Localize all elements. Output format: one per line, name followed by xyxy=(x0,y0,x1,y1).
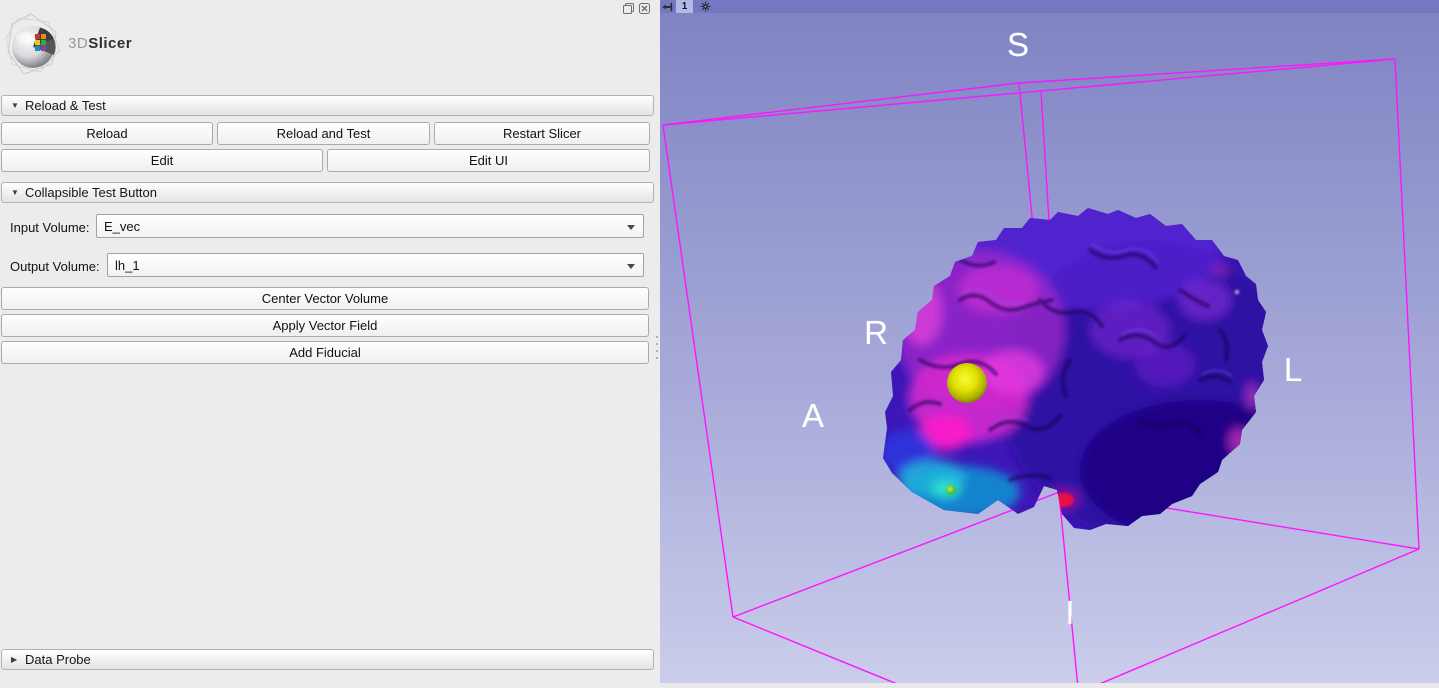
reload-button[interactable]: Reload xyxy=(1,122,213,145)
chevron-right-icon: ▶ xyxy=(11,655,25,664)
slicer-logo-icon xyxy=(4,12,66,78)
module-panel: 3DSlicer ▼ Reload & Test Reload Reload a… xyxy=(0,0,655,688)
app-title-prefix: 3D xyxy=(68,35,88,52)
combo-arrow-icon xyxy=(627,264,635,269)
reload-and-test-button[interactable]: Reload and Test xyxy=(217,122,430,145)
add-fiducial-button[interactable]: Add Fiducial xyxy=(1,341,649,364)
output-volume-combobox[interactable]: lh_1 xyxy=(107,253,644,277)
section-collapsible-test-button[interactable]: ▼ Collapsible Test Button xyxy=(1,182,654,203)
3d-scene[interactable] xyxy=(660,0,1439,688)
slicer-window: 3DSlicer ▼ Reload & Test Reload Reload a… xyxy=(0,0,1439,688)
edit-button[interactable]: Edit xyxy=(1,149,323,172)
chevron-down-icon: ▼ xyxy=(11,188,25,197)
section-reload-and-test[interactable]: ▼ Reload & Test xyxy=(1,95,654,116)
output-volume-label: Output Volume: xyxy=(10,259,100,274)
app-title-name: Slicer xyxy=(88,35,132,52)
input-volume-label: Input Volume: xyxy=(10,220,90,235)
orientation-label-left: L xyxy=(1284,351,1302,389)
app-title: 3DSlicer xyxy=(68,35,132,52)
app-logo: 3DSlicer xyxy=(4,10,304,80)
output-volume-value: lh_1 xyxy=(115,258,140,273)
pin-icon[interactable] xyxy=(660,0,673,13)
orientation-label-anterior: A xyxy=(802,397,824,435)
section-data-probe[interactable]: ▶ Data Probe xyxy=(1,649,654,670)
window-bottom-edge xyxy=(660,683,1439,688)
chevron-down-icon: ▼ xyxy=(11,101,25,110)
fiducial-marker[interactable] xyxy=(947,363,987,403)
restart-slicer-button[interactable]: Restart Slicer xyxy=(434,122,650,145)
center-vector-volume-button[interactable]: Center Vector Volume xyxy=(1,287,649,310)
edit-ui-button[interactable]: Edit UI xyxy=(327,149,650,172)
gear-icon[interactable] xyxy=(699,0,712,13)
input-volume-value: E_vec xyxy=(104,219,140,234)
section-title: Reload & Test xyxy=(25,98,106,113)
orientation-label-superior: S xyxy=(1007,26,1029,64)
close-icon[interactable] xyxy=(638,2,651,15)
view3d-tab[interactable]: 1 xyxy=(676,0,693,13)
input-volume-combobox[interactable]: E_vec xyxy=(96,214,644,238)
float-icon[interactable] xyxy=(622,2,635,15)
orientation-label-right: R xyxy=(864,314,888,352)
view3d-controller-bar: 1 xyxy=(660,0,1439,13)
orientation-label-inferior: I xyxy=(1065,594,1074,632)
section-title: Collapsible Test Button xyxy=(25,185,157,200)
apply-vector-field-button[interactable]: Apply Vector Field xyxy=(1,314,649,337)
section-title: Data Probe xyxy=(25,652,91,667)
combo-arrow-icon xyxy=(627,225,635,230)
view3d-viewport[interactable]: 1 S R A L I xyxy=(660,0,1439,688)
